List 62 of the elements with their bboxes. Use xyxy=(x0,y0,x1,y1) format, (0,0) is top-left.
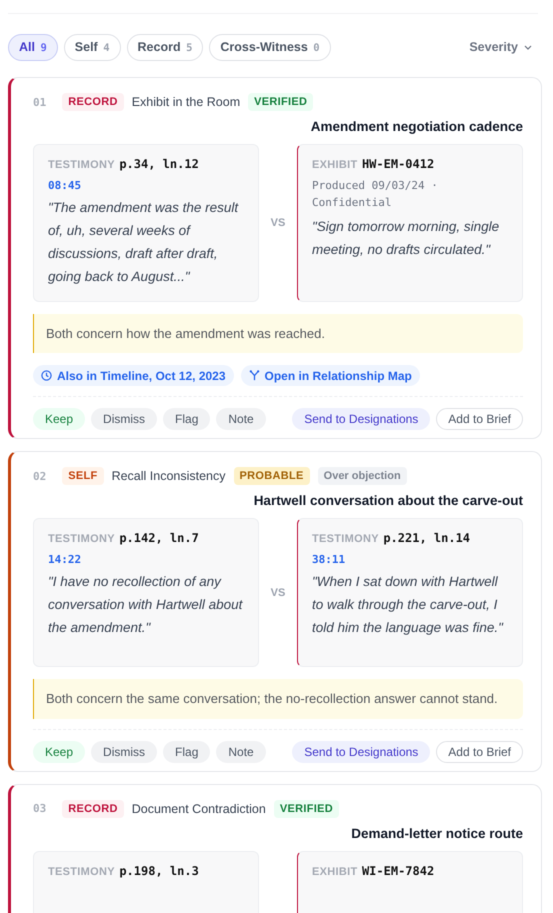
quote-text: "I have no recollection of any conversation with Hartwell about the amendment." xyxy=(48,573,244,638)
category-tag: RECORD xyxy=(62,93,124,111)
timestamp-link[interactable]: 14:22 xyxy=(48,553,248,566)
quote-text: "Sign tomorrow morning, single meeting, no drafts circulated." xyxy=(312,218,500,259)
cross-reference-link[interactable]: Open in Relationship Map xyxy=(240,365,420,386)
finding-number: 03 xyxy=(33,802,46,816)
finding-type: Document Contradiction xyxy=(132,802,266,816)
action-button[interactable]: Flag xyxy=(163,740,210,763)
status-tag: PROBABLE xyxy=(234,467,310,486)
category-tag: RECORD xyxy=(62,800,124,818)
source-label: TESTIMONY xyxy=(48,533,115,546)
action-button[interactable]: Dismiss xyxy=(91,740,158,763)
source-reference: HW-EM-0412 xyxy=(362,157,434,171)
note-text: Both concern how the amendment was reached. xyxy=(46,326,325,341)
action-button[interactable]: Note xyxy=(216,408,266,430)
status-tag: VERIFIED xyxy=(274,800,339,818)
branch-icon xyxy=(248,370,260,382)
finding-number: 01 xyxy=(33,96,46,108)
source-reference: p.221, ln.14 xyxy=(383,531,470,546)
source-reference: p.34, ln.12 xyxy=(119,157,199,171)
source-reference: WI-EM-7842 xyxy=(362,864,434,878)
filter-tab[interactable]: Self 4 xyxy=(64,34,121,60)
sort-dropdown[interactable]: Severity xyxy=(469,40,542,54)
source-reference: p.198, ln.3 xyxy=(119,864,199,878)
filter-tab[interactable]: All 9 xyxy=(8,34,58,60)
finding-type: Recall Inconsistency xyxy=(112,469,226,484)
finding-type: Exhibit in the Room xyxy=(132,95,240,109)
cross-reference-link[interactable]: Also in Timeline, Oct 12, 2023 xyxy=(33,365,234,386)
source-label: EXHIBIT xyxy=(312,866,358,878)
filter-tab[interactable]: Cross-Witness 0 xyxy=(209,34,331,60)
finding-title: Demand-letter notice route xyxy=(350,826,523,841)
note-text: Both concern the same conversation; the no-recollection answer cannot stand. xyxy=(46,691,498,706)
status-tag: VERIFIED xyxy=(248,93,314,111)
ruling-tag: Over objection xyxy=(318,467,407,486)
quote-text: "When I sat down with Hartwell to walk through the carve-out, I told him the language was fine." xyxy=(312,573,504,638)
action-button[interactable]: Send to Designations xyxy=(292,740,430,763)
action-button[interactable]: Keep xyxy=(33,408,86,430)
source-label: TESTIMONY xyxy=(312,533,379,546)
source-label: TESTIMONY xyxy=(48,866,115,878)
action-button[interactable]: Send to Designations xyxy=(292,408,430,430)
versus-label: VS xyxy=(270,216,286,229)
action-button[interactable]: Note xyxy=(216,740,266,763)
action-button[interactable]: Add to Brief xyxy=(436,408,523,430)
source-label: TESTIMONY xyxy=(48,159,115,171)
filter-tab[interactable]: Record 5 xyxy=(126,34,204,60)
exhibit-meta: Produced 09/03/24 · Confidential xyxy=(312,178,439,210)
quote-text: "The amendment was the result of, uh, several weeks of discussions, draft after draft, going back to August..." xyxy=(48,199,240,286)
timestamp-link[interactable]: 08:45 xyxy=(48,179,248,192)
action-button[interactable]: Add to Brief xyxy=(436,740,523,763)
source-reference: p.142, ln.7 xyxy=(119,531,199,546)
clock-icon xyxy=(41,370,52,382)
finding-title: Hartwell conversation about the carve-out xyxy=(252,493,523,508)
caret-icon xyxy=(524,44,532,50)
source-label: EXHIBIT xyxy=(312,159,358,171)
finding-number: 02 xyxy=(33,470,46,483)
timestamp-link[interactable]: 38:11 xyxy=(312,553,512,566)
action-button[interactable]: Flag xyxy=(163,408,210,430)
action-button[interactable]: Dismiss xyxy=(91,408,158,430)
category-tag: SELF xyxy=(62,467,104,486)
action-button[interactable]: Keep xyxy=(33,740,86,763)
finding-title: Amendment negotiation cadence xyxy=(310,119,523,134)
versus-label: VS xyxy=(270,586,286,599)
